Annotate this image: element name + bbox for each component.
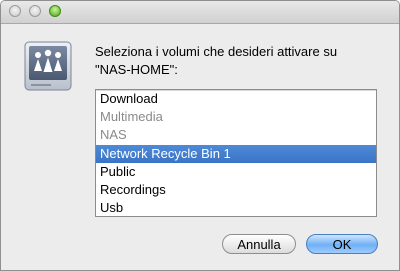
dialog-window: Seleziona i volumi che desideri attivare… — [0, 0, 400, 271]
volume-list[interactable]: Download Multimedia NAS Network Recycle … — [95, 89, 377, 217]
list-item-recordings[interactable]: Recordings — [96, 181, 376, 199]
dialog-message: Seleziona i volumi che desideri attivare… — [95, 44, 338, 77]
list-item-nas: NAS — [100, 127, 127, 143]
close-window-button[interactable] — [9, 5, 21, 17]
minimize-window-button[interactable] — [29, 5, 41, 17]
list-item-public[interactable]: Public — [96, 163, 376, 181]
title-bar — [1, 1, 399, 24]
network-server-icon — [22, 39, 76, 93]
list-item-multimedia: Multimedia — [100, 109, 163, 125]
cancel-button[interactable]: Annulla — [222, 234, 296, 254]
list-item-usb[interactable]: Usb — [96, 199, 376, 216]
ok-button[interactable]: OK — [306, 234, 378, 254]
zoom-window-button[interactable] — [49, 5, 61, 17]
list-item-network-recycle-bin[interactable]: Network Recycle Bin 1 — [96, 144, 376, 163]
list-item-download[interactable]: Download — [96, 90, 376, 108]
